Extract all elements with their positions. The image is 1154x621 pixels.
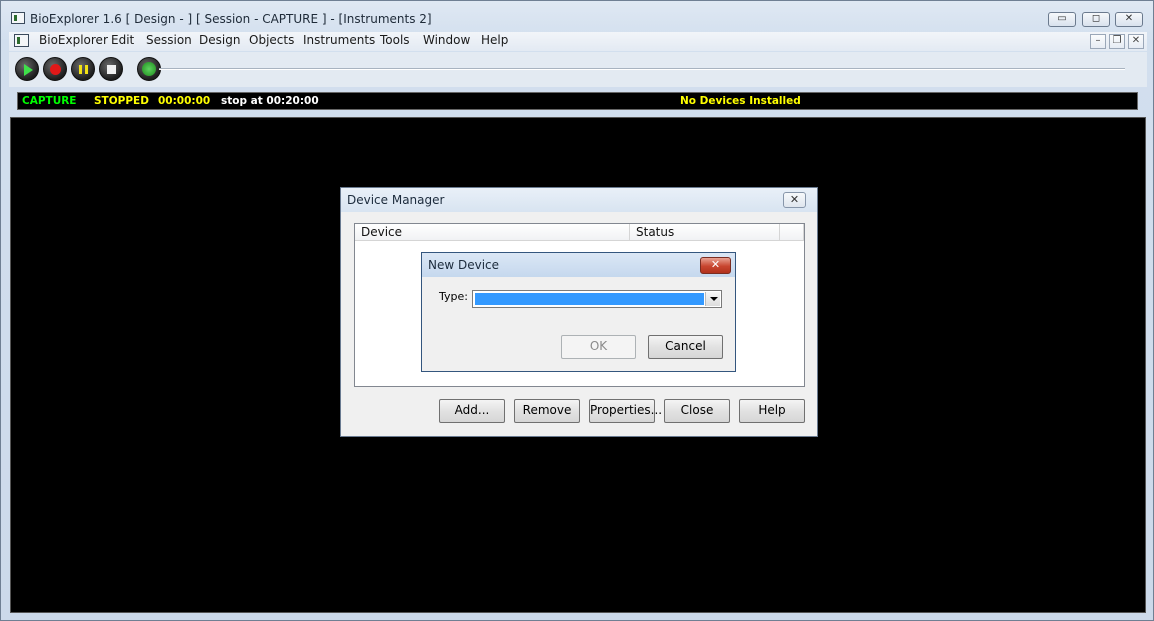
monitor-icon [142, 62, 156, 76]
stop-icon [107, 65, 116, 74]
toolbar [9, 52, 1147, 87]
pause-button[interactable] [71, 57, 95, 81]
play-button[interactable] [15, 57, 39, 81]
minimize-button[interactable]: ▭ [1048, 12, 1076, 27]
window-title: BioExplorer 1.6 [ Design - ] [ Session -… [30, 12, 432, 26]
device-manager-titlebar[interactable]: Device Manager ✕ [341, 188, 817, 212]
main-window: BioExplorer 1.6 [ Design - ] [ Session -… [0, 0, 1154, 621]
menu-instruments[interactable]: Instruments [303, 33, 375, 47]
monitor-button[interactable] [137, 57, 161, 81]
new-device-close-button[interactable]: ✕ [700, 257, 731, 274]
pause-icon [79, 65, 88, 74]
stop-button[interactable] [99, 57, 123, 81]
menu-design[interactable]: Design [199, 33, 240, 47]
status-stop-at: stop at 00:20:00 [221, 95, 319, 107]
menu-tools[interactable]: Tools [380, 33, 410, 47]
maximize-button[interactable]: ◻ [1082, 12, 1110, 27]
new-device-titlebar[interactable]: New Device ✕ [422, 253, 735, 277]
column-header-device[interactable]: Device [355, 224, 630, 241]
document-icon[interactable] [14, 34, 29, 47]
record-button[interactable] [43, 57, 67, 81]
column-header-status[interactable]: Status [630, 224, 780, 241]
type-selected-value [475, 293, 704, 305]
session-status-bar: CAPTURE STOPPED 00:00:00 stop at 00:20:0… [17, 92, 1138, 110]
menu-bioexplorer[interactable]: BioExplorer [39, 33, 108, 47]
menu-session[interactable]: Session [146, 33, 192, 47]
status-devices: No Devices Installed [680, 95, 801, 107]
new-device-title: New Device [428, 258, 500, 272]
menu-objects[interactable]: Objects [249, 33, 294, 47]
menu-edit[interactable]: Edit [111, 33, 134, 47]
mdi-restore-button[interactable]: ❐ [1109, 34, 1125, 49]
remove-button[interactable]: Remove [514, 399, 580, 423]
status-elapsed: 00:00:00 [158, 95, 211, 107]
cancel-button[interactable]: Cancel [648, 335, 723, 359]
menu-help[interactable]: Help [481, 33, 508, 47]
new-device-dialog: New Device ✕ Type: OK Cancel [421, 252, 736, 372]
mdi-minimize-button[interactable]: – [1090, 34, 1106, 49]
device-manager-close-button[interactable]: ✕ [783, 192, 806, 208]
help-button[interactable]: Help [739, 399, 805, 423]
device-manager-title: Device Manager [347, 193, 445, 207]
type-dropdown[interactable] [472, 290, 722, 308]
mdi-close-button[interactable]: ✕ [1128, 34, 1144, 49]
close-dialog-button[interactable]: Close [664, 399, 730, 423]
add-button[interactable]: Add... [439, 399, 505, 423]
type-label: Type: [439, 290, 468, 303]
menu-window[interactable]: Window [423, 33, 470, 47]
position-slider[interactable] [159, 68, 1125, 70]
column-header-extra[interactable] [780, 224, 804, 241]
app-icon[interactable] [11, 12, 25, 24]
chevron-down-icon[interactable] [705, 292, 720, 306]
record-icon [50, 64, 61, 75]
status-mode: CAPTURE [22, 95, 77, 107]
properties-button[interactable]: Properties... [589, 399, 662, 423]
title-bar[interactable]: BioExplorer 1.6 [ Design - ] [ Session -… [1, 1, 1153, 31]
menu-bar: BioExplorer Edit Session Design Objects … [9, 32, 1147, 51]
ok-button[interactable]: OK [561, 335, 636, 359]
play-icon [24, 64, 33, 76]
close-button[interactable]: ✕ [1115, 12, 1143, 27]
status-state: STOPPED [94, 95, 149, 107]
